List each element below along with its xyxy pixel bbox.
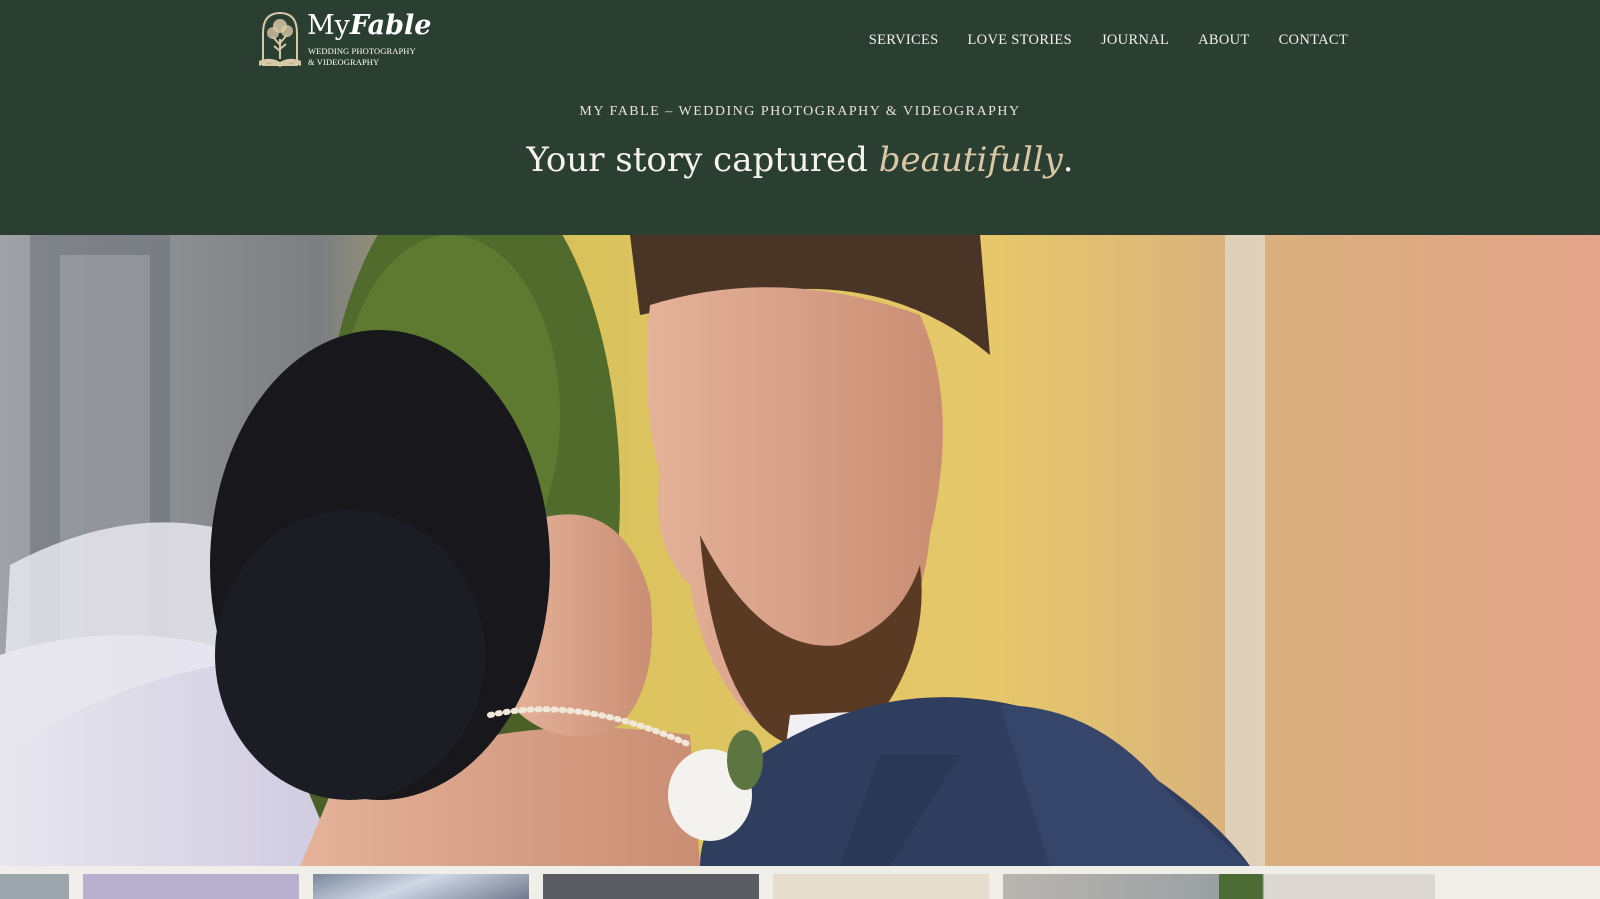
brand-tagline: WEDDING PHOTOGRAPHY & VIDEOGRAPHY — [308, 46, 416, 67]
brand-name: MyFable — [307, 10, 432, 41]
gallery-thumb[interactable] — [83, 874, 299, 899]
gallery-strip — [0, 866, 1600, 899]
gallery-thumb[interactable] — [1003, 874, 1219, 899]
headline-accent: beautifully — [878, 140, 1063, 180]
brand-logo[interactable]: MyFable WEDDING PHOTOGRAPHY & VIDEOGRAPH… — [255, 9, 431, 71]
hero-couple-image — [0, 235, 1600, 866]
nav-services[interactable]: SERVICES — [869, 30, 939, 50]
nav-contact[interactable]: CONTACT — [1279, 30, 1348, 50]
tree-arch-book-icon — [259, 11, 301, 67]
gallery-thumb[interactable] — [0, 874, 69, 899]
gallery-thumb[interactable] — [543, 874, 759, 899]
gallery-thumb[interactable] — [313, 874, 529, 899]
hero-headline: Your story captured beautifully. — [526, 140, 1074, 180]
main-nav: SERVICES LOVE STORIES JOURNAL ABOUT CONT… — [869, 30, 1348, 50]
site-header: MyFable WEDDING PHOTOGRAPHY & VIDEOGRAPH… — [0, 0, 1600, 235]
nav-journal[interactable]: JOURNAL — [1101, 30, 1169, 50]
nav-love-stories[interactable]: LOVE STORIES — [968, 30, 1072, 50]
gallery-thumb[interactable] — [773, 874, 989, 899]
nav-about[interactable]: ABOUT — [1198, 30, 1249, 50]
gallery-thumb[interactable] — [1219, 874, 1435, 899]
hero-eyebrow: MY FABLE – WEDDING PHOTOGRAPHY & VIDEOGR… — [579, 104, 1021, 119]
hero-video[interactable] — [0, 235, 1600, 866]
